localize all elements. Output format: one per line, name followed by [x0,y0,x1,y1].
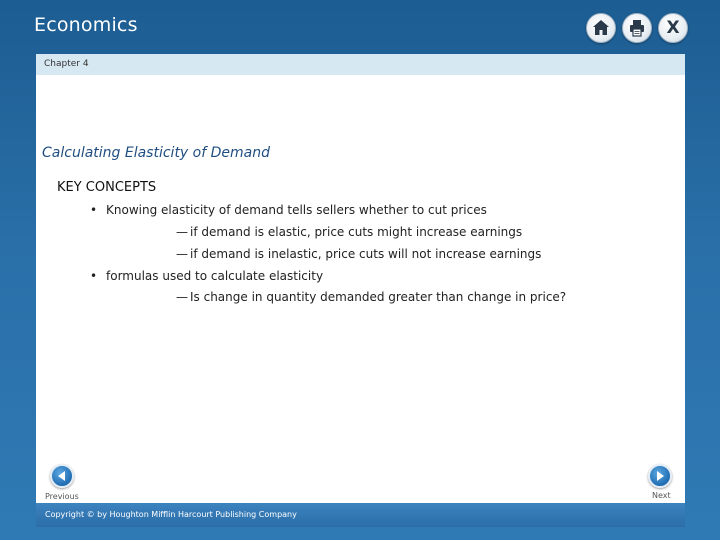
previous-button[interactable] [50,464,74,488]
dash-marker: — [176,247,188,261]
slide-heading: Calculating Elasticity of Demand [42,145,270,161]
bullet-marker: • [90,269,98,283]
sub-item-text: if demand is inelastic, price cuts will … [190,247,542,261]
sub-item: — Is change in quantity demanded greater … [176,290,566,304]
print-icon [630,20,644,37]
dash-marker: — [176,290,188,304]
sub-item-text: if demand is elastic, price cuts might i… [190,225,523,239]
slide-content: Calculating Elasticity of Demand KEY CON… [36,75,685,503]
close-icon: X [666,18,680,38]
footer-band: Copyright © by Houghton Mifflin Harcourt… [36,503,685,527]
chapter-band: Chapter 4 [36,54,685,75]
sub-item: — if demand is inelastic, price cuts will… [176,247,541,261]
app-title: Economics [34,14,138,36]
close-button[interactable]: X [658,13,688,43]
chapter-label: Chapter 4 [44,59,89,69]
key-concepts-heading: KEY CONCEPTS [57,180,157,195]
next-label[interactable]: Next [652,491,671,500]
bullet-text: formulas used to calculate elasticity [106,269,324,283]
bullet-item: • Knowing elasticity of demand tells sell… [90,203,487,217]
arrow-right-icon [657,471,664,481]
arrow-left-icon [58,471,65,481]
print-button[interactable] [622,13,652,43]
home-button[interactable] [586,13,616,43]
home-icon [593,20,609,35]
next-button[interactable] [648,464,672,488]
bullet-marker: • [90,203,98,217]
top-toolbar: X [586,13,688,43]
previous-label[interactable]: Previous [45,492,79,501]
bullet-text: Knowing elasticity of demand tells selle… [106,203,487,217]
dash-marker: — [176,225,188,239]
copyright-text: Copyright © by Houghton Mifflin Harcourt… [45,510,297,519]
sub-item-text: Is change in quantity demanded greater t… [190,290,567,304]
sub-item: — if demand is elastic, price cuts might … [176,225,522,239]
bullet-item: • formulas used to calculate elasticity [90,269,323,283]
